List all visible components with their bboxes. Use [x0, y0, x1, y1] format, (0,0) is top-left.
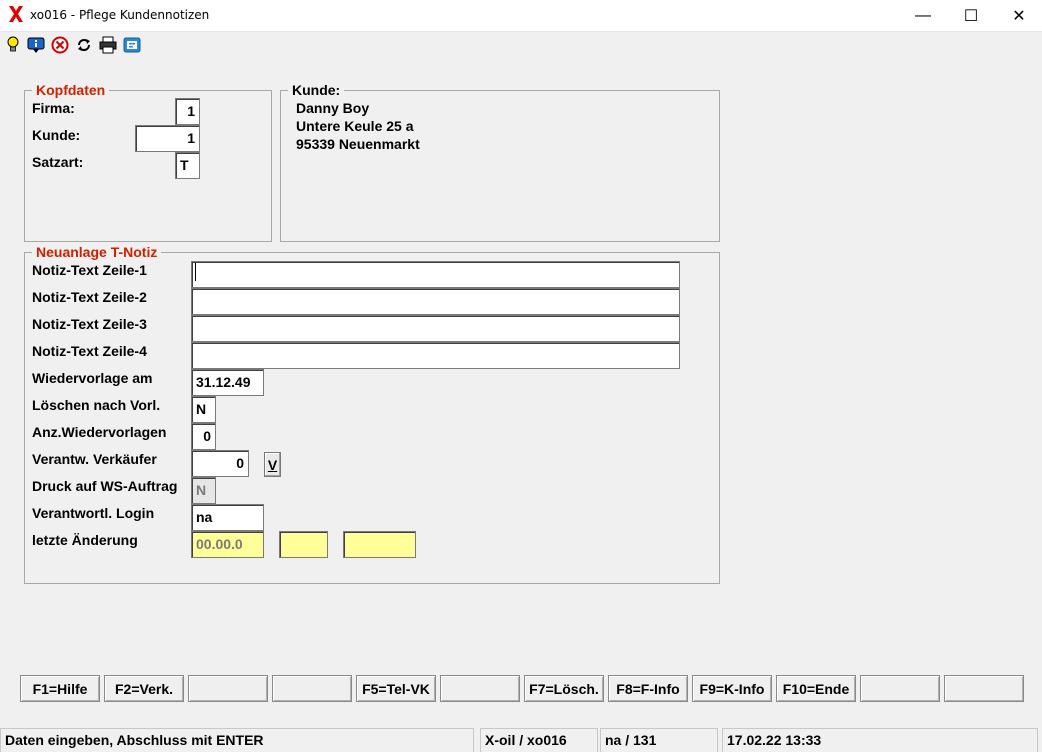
wiedervorlage-input[interactable]: 31.12.49: [191, 369, 264, 396]
status-user: na / 131: [600, 728, 718, 752]
app-logo-icon: [9, 6, 23, 22]
verkaeufer-lookup-button[interactable]: V: [264, 452, 281, 477]
zeile4-input[interactable]: [191, 342, 680, 369]
fkey-button[interactable]: F2=Verk.: [104, 675, 184, 702]
druck-label: Druck auf WS-Auftrag: [32, 478, 178, 494]
loeschen-input[interactable]: N: [191, 396, 216, 423]
fkey-button[interactable]: F9=K-Info: [692, 675, 772, 702]
toolbar: [0, 32, 1042, 58]
verkaeufer-label: Verantw. Verkäufer: [32, 451, 157, 467]
print-icon: [99, 36, 117, 54]
anz-wiedervorlagen-input[interactable]: 0: [191, 423, 216, 450]
login-label: Verantwortl. Login: [32, 505, 155, 521]
verkaeufer-input[interactable]: 0: [191, 450, 249, 477]
druck-input: N: [191, 477, 216, 504]
refresh-button[interactable]: [75, 36, 93, 54]
maximize-icon: ☐: [963, 7, 979, 25]
zeile4-label: Notiz-Text Zeile-4: [32, 343, 147, 359]
close-icon: ✕: [1012, 7, 1026, 25]
zeile2-label: Notiz-Text Zeile-2: [32, 289, 147, 305]
fkey-button[interactable]: F7=Lösch.: [524, 675, 604, 702]
aenderung-user: [343, 531, 416, 558]
fkey-button[interactable]: [440, 675, 520, 702]
aenderung-time: [279, 531, 328, 558]
lightbulb-icon: [7, 36, 19, 52]
help-window-icon: [123, 37, 141, 53]
zeile3-label: Notiz-Text Zeile-3: [32, 316, 147, 332]
anz-wiedervorlagen-label: Anz.Wiedervorlagen: [32, 424, 167, 440]
zeile1-label: Notiz-Text Zeile-1: [32, 262, 147, 278]
fkey-button[interactable]: F5=Tel-VK: [356, 675, 436, 702]
cancel-button[interactable]: [51, 36, 69, 54]
print-button[interactable]: [99, 36, 117, 54]
title-bar: xo016 - Pflege Kundennotizen — ☐ ✕: [0, 0, 1042, 32]
minimize-icon: —: [915, 6, 931, 24]
fkey-button[interactable]: F10=Ende: [776, 675, 856, 702]
login-input[interactable]: na: [191, 504, 264, 531]
status-datetime: 17.02.22 13:33: [722, 728, 1038, 752]
kunde-field[interactable]: 1: [135, 125, 200, 152]
close-button[interactable]: ✕: [996, 0, 1042, 31]
info-screen-icon: [27, 37, 45, 53]
kopfdaten-legend: Kopfdaten: [32, 82, 110, 98]
firma-label: Firma:: [32, 100, 75, 116]
notiz-legend: Neuanlage T-Notiz: [32, 244, 162, 260]
fkey-button[interactable]: F8=F-Info: [608, 675, 688, 702]
fkey-button[interactable]: F1=Hilfe: [20, 675, 100, 702]
help-window-button[interactable]: [123, 36, 141, 54]
aenderung-date: 00.00.0: [191, 531, 264, 558]
fkey-button[interactable]: [272, 675, 352, 702]
aenderung-label: letzte Änderung: [32, 532, 138, 548]
kunde-city: 95339 Neuenmarkt: [296, 136, 420, 152]
kunde-name: Danny Boy: [296, 100, 370, 116]
fkey-button[interactable]: [188, 675, 268, 702]
text-caret: [195, 263, 196, 281]
cancel-icon: [51, 36, 69, 54]
lightbulb-button[interactable]: [4, 36, 22, 54]
zeile1-input[interactable]: [191, 261, 680, 288]
fkey-button[interactable]: [860, 675, 940, 702]
zeile2-input[interactable]: [191, 288, 680, 315]
minimize-button[interactable]: —: [900, 0, 946, 31]
satzart-label: Satzart:: [32, 154, 84, 170]
window-title: xo016 - Pflege Kundennotizen: [30, 8, 210, 22]
status-message: Daten eingeben, Abschluss mit ENTER: [0, 728, 474, 752]
loeschen-label: Löschen nach Vorl.: [32, 397, 161, 413]
firma-field[interactable]: 1: [175, 98, 200, 125]
kunde-label: Kunde:: [32, 127, 81, 143]
status-program: X-oil / xo016: [480, 728, 598, 752]
kunde-street: Untere Keule 25 a: [296, 118, 414, 134]
fkey-button[interactable]: [944, 675, 1024, 702]
refresh-icon: [78, 39, 90, 51]
maximize-button[interactable]: ☐: [948, 0, 994, 31]
satzart-field[interactable]: T: [175, 152, 200, 179]
wiedervorlage-label: Wiedervorlage am: [32, 370, 153, 386]
info-button[interactable]: [27, 36, 45, 54]
zeile3-input[interactable]: [191, 315, 680, 342]
kunde-legend: Kunde:: [288, 82, 345, 98]
